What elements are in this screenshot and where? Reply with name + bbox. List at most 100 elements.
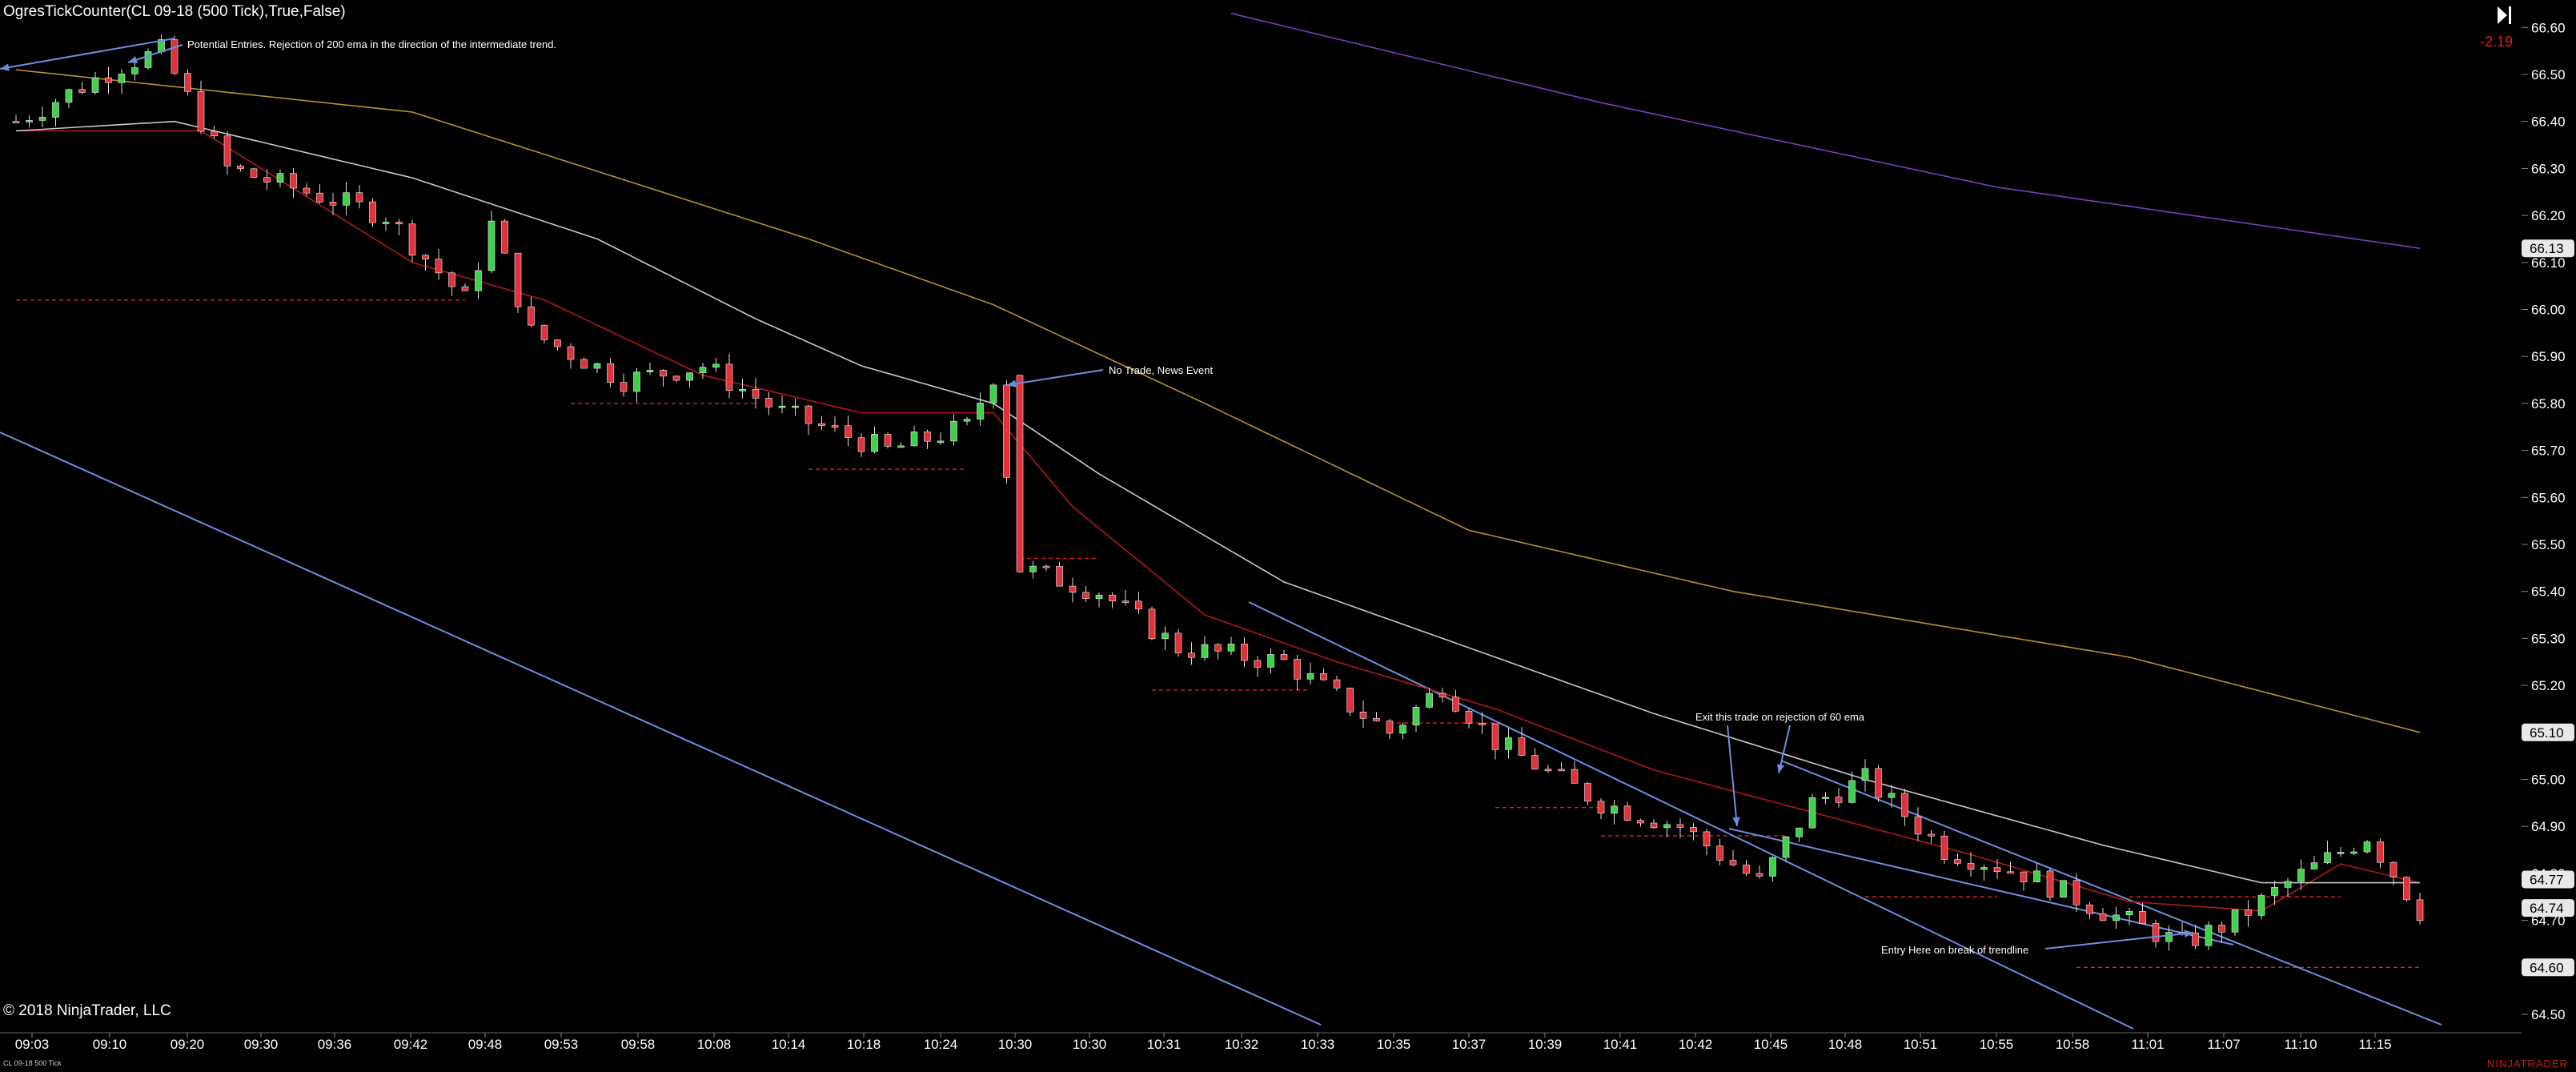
candle-down bbox=[1623, 805, 1631, 821]
candle-down bbox=[105, 77, 112, 83]
candle-up bbox=[343, 192, 350, 206]
candle-down bbox=[1386, 721, 1394, 734]
candle-up bbox=[2297, 869, 2305, 882]
candle-up bbox=[2324, 852, 2331, 863]
candle-down bbox=[1056, 566, 1063, 587]
candle-down bbox=[1320, 673, 1327, 681]
x-tick-label: 11:15 bbox=[2358, 1037, 2391, 1052]
annotation-no-trade: No Trade, News Event bbox=[1109, 364, 1213, 376]
candle-down bbox=[1346, 688, 1354, 713]
candle-up bbox=[2165, 932, 2173, 942]
candle-up bbox=[1782, 836, 1790, 858]
x-tick-label: 09:53 bbox=[544, 1037, 579, 1052]
candle-up bbox=[118, 74, 126, 83]
candle-down bbox=[660, 370, 667, 377]
pnl-value: -2.19 bbox=[2480, 34, 2514, 50]
candle-down bbox=[223, 135, 231, 167]
chart-title: OgresTickCounter(CL 09-18 (500 Tick),Tru… bbox=[3, 3, 346, 20]
candle-up bbox=[2125, 911, 2133, 916]
play-icon[interactable] bbox=[2496, 5, 2514, 26]
candle-up bbox=[963, 419, 971, 422]
candle-up bbox=[897, 445, 905, 448]
candle-down bbox=[395, 222, 403, 225]
y-tick-label: 65.20 bbox=[2531, 678, 2566, 693]
candle-down bbox=[1518, 737, 1526, 756]
candle-down bbox=[725, 363, 733, 391]
candle-down bbox=[1531, 755, 1539, 770]
candle-up bbox=[1201, 644, 1209, 658]
candle-down bbox=[1438, 693, 1446, 698]
y-tick-label: 66.00 bbox=[2531, 303, 2566, 318]
candle-down bbox=[2245, 909, 2252, 916]
candle-down bbox=[250, 168, 258, 178]
x-tick-label: 10:14 bbox=[772, 1037, 806, 1052]
price-marker: 64.74 bbox=[2522, 899, 2574, 917]
candle-up bbox=[1426, 693, 1433, 708]
candle-down bbox=[1003, 384, 1010, 478]
candle-up bbox=[2350, 851, 2357, 854]
candle-up bbox=[792, 405, 799, 408]
ema-line bbox=[15, 120, 2420, 884]
candle-down bbox=[435, 259, 443, 274]
price-marker-label: 64.77 bbox=[2530, 873, 2564, 888]
candle-up bbox=[276, 173, 284, 183]
candle-up bbox=[699, 367, 707, 373]
x-tick-label: 10:41 bbox=[1603, 1037, 1638, 1052]
y-tick-label: 65.40 bbox=[2531, 584, 2566, 600]
x-tick-label: 10:30 bbox=[998, 1037, 1033, 1052]
candle-down bbox=[1743, 865, 1750, 874]
candle-up bbox=[2337, 852, 2345, 854]
x-tick-label: 09:48 bbox=[468, 1037, 503, 1052]
candle-down bbox=[2099, 913, 2107, 921]
candle-down bbox=[1148, 608, 1156, 640]
candle-up bbox=[1822, 797, 1829, 799]
candle-up bbox=[871, 434, 878, 452]
candle-down bbox=[1676, 824, 1684, 828]
x-tick-label: 10:42 bbox=[1679, 1037, 1713, 1052]
candle-down bbox=[1597, 801, 1605, 814]
x-tick-label: 09:36 bbox=[318, 1037, 352, 1052]
candle-up bbox=[950, 420, 957, 442]
candle-down bbox=[2403, 877, 2410, 901]
candle-up bbox=[2284, 881, 2292, 888]
candle-up bbox=[475, 270, 482, 291]
price-chart[interactable]: Potential Entries. Rejection of 200 ema … bbox=[0, 0, 2576, 1072]
candle-up bbox=[646, 370, 654, 372]
candle-down bbox=[1544, 769, 1552, 772]
candle-down bbox=[818, 423, 825, 426]
candle-up bbox=[26, 120, 33, 122]
candle-up bbox=[1861, 768, 1869, 781]
ema-line bbox=[1230, 12, 2421, 249]
x-tick-label: 09:03 bbox=[15, 1037, 50, 1052]
y-tick-label: 65.00 bbox=[2531, 773, 2566, 788]
candle-down bbox=[1082, 592, 1089, 599]
candle-up bbox=[65, 89, 73, 103]
candle-down bbox=[1637, 820, 1644, 824]
candle-down bbox=[1214, 644, 1222, 652]
candle-down bbox=[765, 397, 772, 408]
x-tick-label: 10:48 bbox=[1828, 1037, 1863, 1052]
candle-down bbox=[752, 389, 760, 399]
candle-down bbox=[1465, 710, 1473, 724]
candle-down bbox=[514, 252, 522, 307]
price-marker: 65.10 bbox=[2522, 723, 2574, 741]
candle-down bbox=[1940, 835, 1948, 860]
candle-up bbox=[1227, 644, 1235, 652]
annotation-entry-here: Entry Here on break of trendline bbox=[1881, 944, 2028, 956]
candle-down bbox=[501, 220, 508, 254]
candle-up bbox=[910, 432, 918, 447]
candle-down bbox=[263, 177, 271, 183]
candle-down bbox=[2416, 899, 2424, 921]
candle-up bbox=[712, 363, 720, 368]
candle-down bbox=[580, 359, 588, 369]
candle-down bbox=[2152, 923, 2160, 942]
candle-up bbox=[1980, 867, 1988, 870]
ninjatrader-logo: NINJATRADER bbox=[2486, 1058, 2568, 1070]
annotation-potential-entries: Potential Entries. Rejection of 200 ema … bbox=[187, 38, 556, 50]
candle-down bbox=[1729, 860, 1737, 865]
candle-down bbox=[1558, 769, 1565, 772]
arrow-head bbox=[0, 63, 10, 71]
candle-up bbox=[382, 222, 390, 224]
candle-up bbox=[1505, 737, 1512, 750]
copyright: © 2018 NinjaTrader, LLC bbox=[3, 1002, 171, 1019]
